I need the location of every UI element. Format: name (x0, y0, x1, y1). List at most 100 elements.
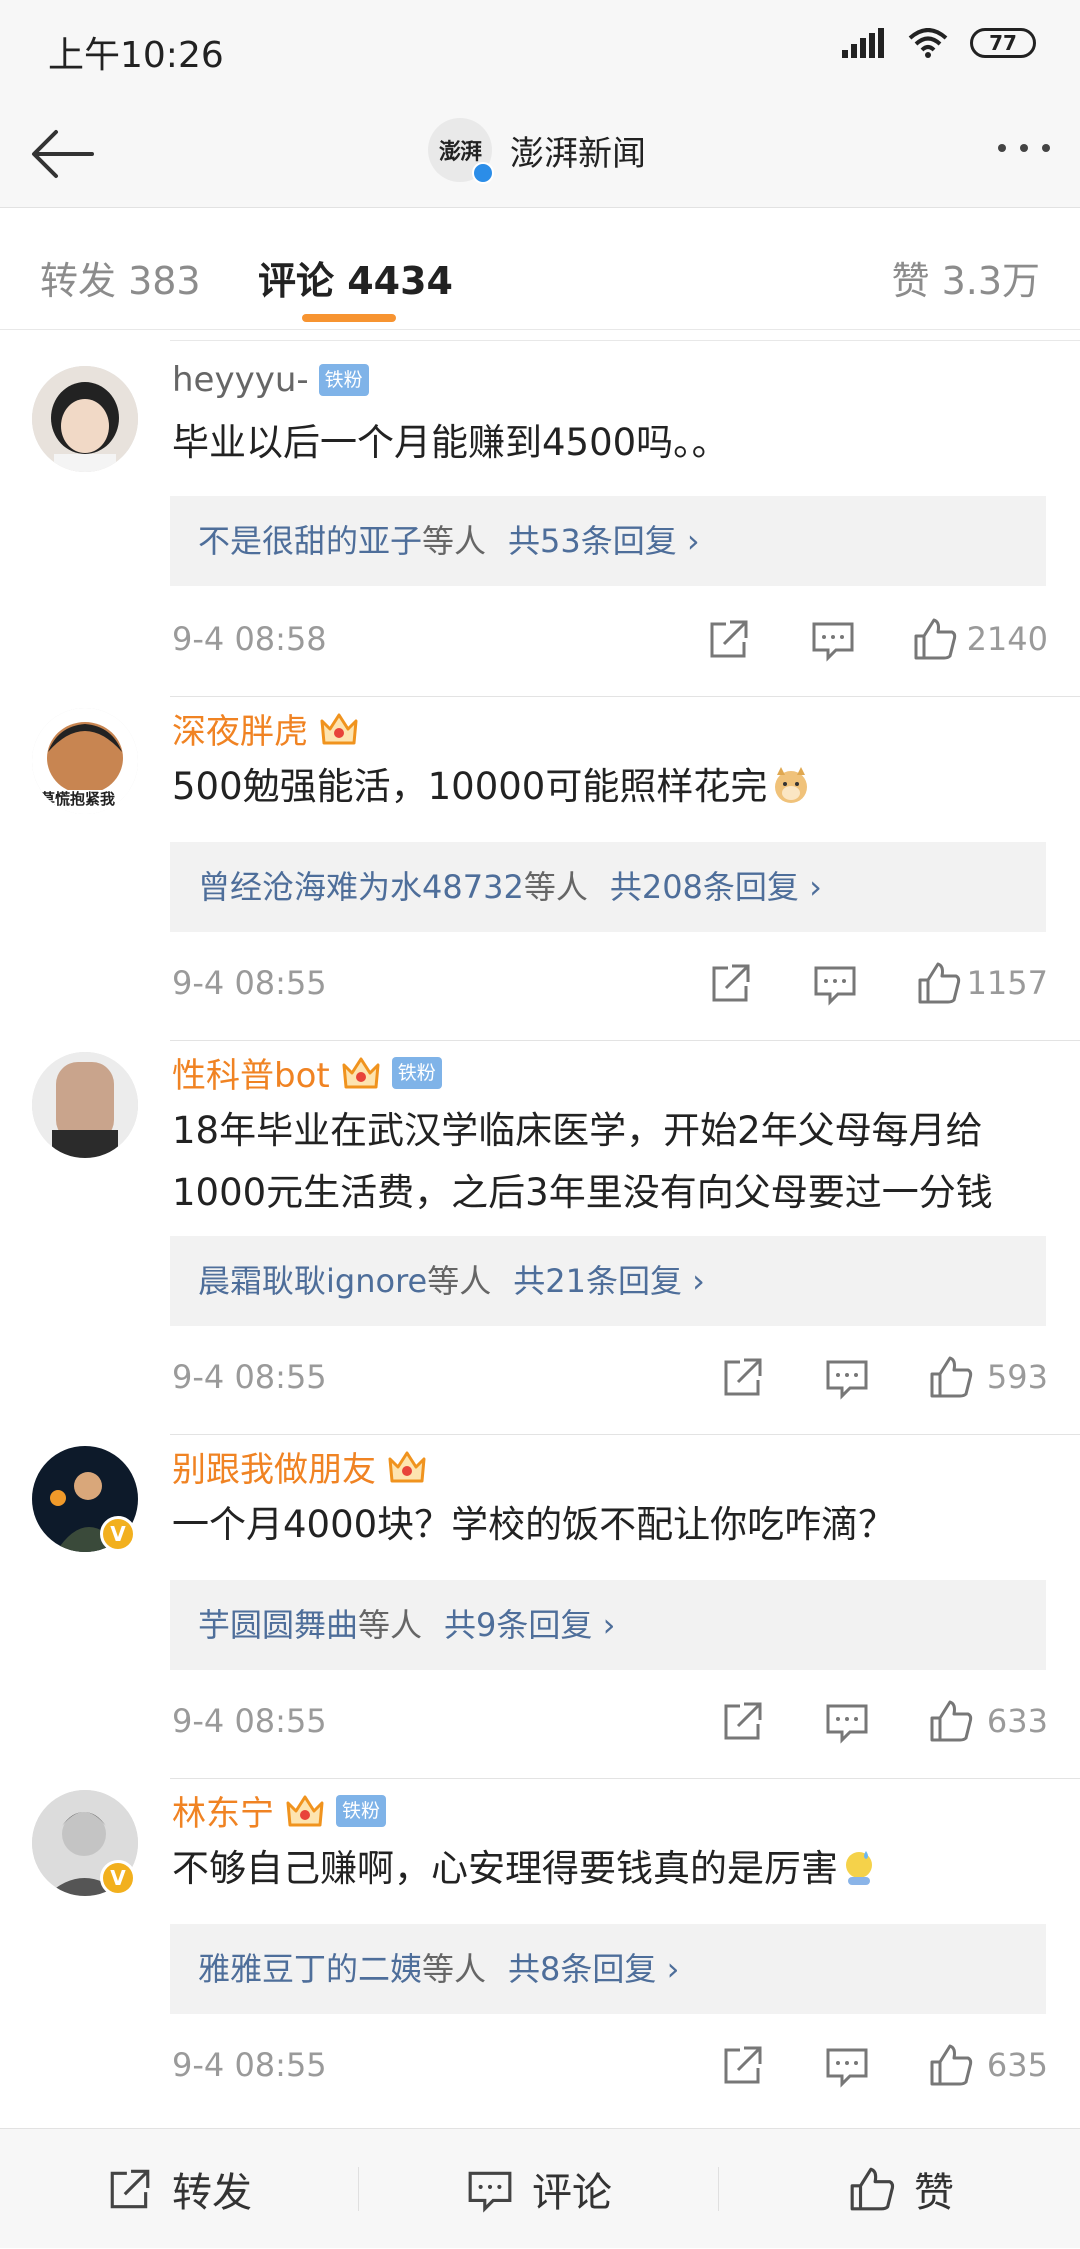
repost-button[interactable]: 转发 (106, 2129, 252, 2249)
share-icon[interactable] (706, 616, 752, 662)
like-count: 635 (986, 2046, 1048, 2084)
divider (170, 340, 1080, 341)
reply-count[interactable]: 共208条回复 › (610, 868, 822, 906)
crown-badge-icon (320, 713, 358, 744)
tab-bar: 转发 383 评论 4434 赞 3.3万 (0, 208, 1080, 330)
comment-date: 9-4 08:55 (172, 1358, 327, 1396)
comment-meta: 9-4 08:55 1157 (172, 954, 1048, 1014)
fan-badge: 铁粉 (336, 1794, 387, 1827)
username[interactable]: heyyyu- 铁粉 (172, 360, 369, 400)
tab-repost[interactable]: 转发 383 (40, 250, 201, 305)
bottom-action-bar: 转发 评论 赞 (0, 2128, 1080, 2248)
logo-text: 澎湃 (438, 139, 482, 165)
share-icon (110, 2169, 150, 2209)
share-icon[interactable] (720, 1354, 766, 1400)
reply-count[interactable]: 共9条回复 › (444, 1606, 615, 1644)
divider (170, 1040, 1080, 1041)
crown-badge-icon (388, 1451, 426, 1482)
reply-summary[interactable]: 晨霜耿耿ignore等人 共21条回复 › (170, 1236, 1046, 1326)
avatar[interactable] (32, 366, 138, 472)
verified-badge-icon: V (100, 1516, 136, 1552)
reply-suffix: 等人 (422, 522, 487, 560)
comment-icon[interactable] (812, 960, 858, 1006)
like-icon[interactable] (928, 2042, 974, 2088)
username-text: 别跟我做朋友 (172, 1450, 376, 1490)
reply-people[interactable]: 雅雅豆丁的二姨 (198, 1950, 422, 1988)
repost-label: 转发 (172, 2170, 252, 2216)
like-icon (850, 2167, 895, 2211)
reply-suffix: 等人 (427, 1262, 492, 1300)
reply-summary[interactable]: 不是很甜的亚子等人 共53条回复 › (170, 496, 1046, 586)
reply-count[interactable]: 共21条回复 › (513, 1262, 705, 1300)
more-options-icon[interactable] (998, 144, 1050, 152)
reply-people[interactable]: 芋圆圆舞曲 (198, 1606, 358, 1644)
comment-text: 500勉强能活，10000可能照样花完 (172, 756, 1052, 818)
comment-icon[interactable] (824, 1698, 870, 1744)
comment-text-body: 不够自己赚啊，心安理得要钱真的是厉害 (172, 1847, 838, 1890)
nav-bar: 澎湃 澎湃新闻 (0, 100, 1080, 208)
reply-people[interactable]: 曾经沧海难为水48732 (198, 868, 524, 906)
comment-icon (468, 2171, 512, 2213)
comment-meta: 9-4 08:55 633 (172, 1692, 1048, 1752)
like-button[interactable]: 赞 (848, 2129, 954, 2249)
reply-summary[interactable]: 芋圆圆舞曲等人 共9条回复 › (170, 1580, 1046, 1670)
share-icon[interactable] (720, 2042, 766, 2088)
divider (170, 1434, 1080, 1435)
avatar[interactable] (32, 1052, 138, 1158)
comment-icon[interactable] (824, 1354, 870, 1400)
comment-date: 9-4 08:55 (172, 964, 327, 1002)
like-icon[interactable] (928, 1354, 974, 1400)
comment-meta: 9-4 08:58 2140 (172, 610, 1048, 670)
active-tab-indicator (302, 314, 396, 322)
reply-suffix: 等人 (523, 868, 588, 906)
account-header[interactable]: 澎湃 澎湃新闻 (428, 118, 646, 184)
comment-list[interactable]: heyyyu- 铁粉 毕业以后一个月能赚到4500吗。。 不是很甜的亚子等人 共5… (0, 330, 1080, 2130)
tab-likes[interactable]: 赞 3.3万 (891, 250, 1040, 305)
avatar-caption: 莫慌抱紧我 (40, 790, 116, 808)
like-icon[interactable] (916, 960, 962, 1006)
comment-button[interactable]: 评论 (466, 2129, 612, 2249)
comment-label: 评论 (532, 2170, 612, 2216)
comment-meta: 9-4 08:55 635 (172, 2036, 1048, 2096)
sweat-emoji-icon (846, 1851, 872, 1885)
share-icon[interactable] (708, 960, 754, 1006)
avatar[interactable]: 莫慌抱紧我 (32, 708, 138, 814)
verified-badge-icon (472, 162, 494, 184)
username[interactable]: 性科普bot 铁粉 (172, 1048, 442, 1097)
reply-summary[interactable]: 雅雅豆丁的二姨等人 共8条回复 › (170, 1924, 1046, 2014)
reply-count[interactable]: 共8条回复 › (508, 1950, 679, 1988)
divider (358, 2167, 359, 2211)
comment-text-body: 500勉强能活，10000可能照样花完 (172, 765, 768, 808)
like-count: 633 (986, 1702, 1048, 1740)
reply-suffix: 等人 (358, 1606, 423, 1644)
comment-date: 9-4 08:55 (172, 1702, 327, 1740)
comment-icon[interactable] (824, 2042, 870, 2088)
reply-people[interactable]: 不是很甜的亚子 (198, 522, 422, 560)
reply-count[interactable]: 共53条回复 › (508, 522, 700, 560)
doge-emoji-icon (775, 767, 808, 803)
like-icon[interactable] (912, 616, 958, 662)
like-count: 1157 (966, 964, 1048, 1002)
reply-summary[interactable]: 曾经沧海难为水48732等人 共208条回复 › (170, 842, 1046, 932)
username-text: 深夜胖虎 (172, 712, 308, 752)
fan-badge: 铁粉 (318, 364, 369, 396)
status-time: 上午10:26 (48, 35, 224, 76)
username[interactable]: 深夜胖虎 (172, 704, 360, 753)
status-icons: 77 (842, 28, 1036, 58)
like-count: 2140 (966, 620, 1048, 658)
crown-badge-icon (286, 1795, 324, 1826)
account-logo: 澎湃 (428, 118, 494, 184)
tab-comments[interactable]: 评论 4434 (258, 250, 453, 305)
username-text: 性科普bot (172, 1056, 330, 1096)
account-name: 澎湃新闻 (510, 133, 646, 174)
username[interactable]: 林东宁 铁粉 (172, 1786, 387, 1835)
verified-badge-icon: V (100, 1860, 136, 1896)
like-icon[interactable] (928, 1698, 974, 1744)
reply-people[interactable]: 晨霜耿耿ignore (198, 1262, 427, 1300)
share-icon[interactable] (720, 1698, 766, 1744)
divider (170, 696, 1080, 697)
comment-icon[interactable] (810, 616, 856, 662)
back-arrow-icon[interactable] (26, 122, 102, 186)
comment-text: 毕业以后一个月能赚到4500吗。。 (172, 421, 729, 464)
username[interactable]: 别跟我做朋友 (172, 1442, 428, 1491)
